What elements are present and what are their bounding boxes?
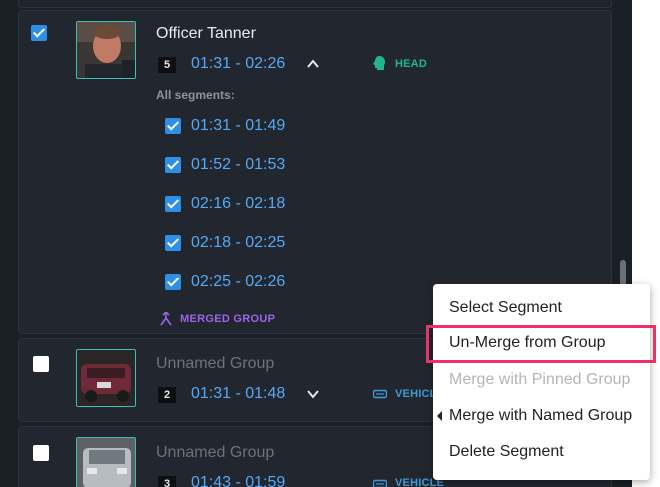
segment-checkbox[interactable] [165, 157, 181, 173]
vehicle-icon [373, 479, 387, 487]
segment-checkbox[interactable] [165, 274, 181, 290]
previous-card-edge [18, 0, 612, 8]
segment-checkbox[interactable] [165, 118, 181, 134]
chevron-up-icon[interactable] [306, 57, 320, 71]
segment-count-badge: 5 [158, 57, 176, 73]
menu-item-delete-segment[interactable]: Delete Segment [433, 434, 650, 470]
segment-time[interactable]: 02:18 - 02:25 [191, 234, 285, 252]
all-segments-label: All segments: [156, 88, 235, 102]
group-thumbnail[interactable] [76, 437, 136, 487]
group-select-checkbox[interactable] [33, 356, 49, 372]
segment-count-badge: 2 [158, 387, 176, 403]
group-name: Unnamed Group [156, 444, 275, 461]
merge-icon [160, 312, 172, 326]
head-silhouette-icon [373, 56, 385, 70]
object-type-tag: HEAD [395, 58, 427, 70]
menu-item-merge-with-named-group-wrapper[interactable]: Merge with Named Group [433, 398, 650, 434]
segment-context-menu: Select Segment Un-Merge from Group Merge… [426, 284, 656, 480]
merged-group-label: MERGED GROUP [180, 313, 276, 325]
menu-item-merge-with-named-group[interactable]: Merge with Named Group [433, 398, 650, 434]
vehicle-icon [373, 389, 387, 399]
group-time-range[interactable]: 01:31 - 01:48 [191, 385, 285, 403]
segment-time[interactable]: 02:16 - 02:18 [191, 195, 285, 213]
segment-count-badge: 3 [158, 476, 176, 487]
segment-checkbox[interactable] [165, 235, 181, 251]
menu-item-merge-with-pinned-group: Merge with Pinned Group [449, 371, 631, 388]
segment-time[interactable]: 02:25 - 02:26 [191, 273, 285, 291]
group-name: Unnamed Group [156, 355, 275, 372]
segment-checkbox[interactable] [165, 196, 181, 212]
group-name: Officer Tanner [156, 25, 256, 42]
group-time-range[interactable]: 01:43 - 01:59 [191, 474, 285, 487]
group-thumbnail[interactable] [76, 21, 136, 79]
group-thumbnail[interactable] [76, 349, 136, 407]
segment-time[interactable]: 01:52 - 01:53 [191, 156, 285, 174]
group-select-checkbox[interactable] [31, 25, 47, 41]
group-time-range[interactable]: 01:31 - 02:26 [191, 55, 285, 73]
menu-item-unmerge-from-group[interactable]: Un-Merge from Group [426, 325, 656, 363]
chevron-down-icon[interactable] [306, 387, 320, 401]
segment-time[interactable]: 01:31 - 01:49 [191, 117, 285, 135]
group-select-checkbox[interactable] [33, 445, 49, 461]
menu-item-select-segment[interactable]: Select Segment [433, 290, 650, 326]
